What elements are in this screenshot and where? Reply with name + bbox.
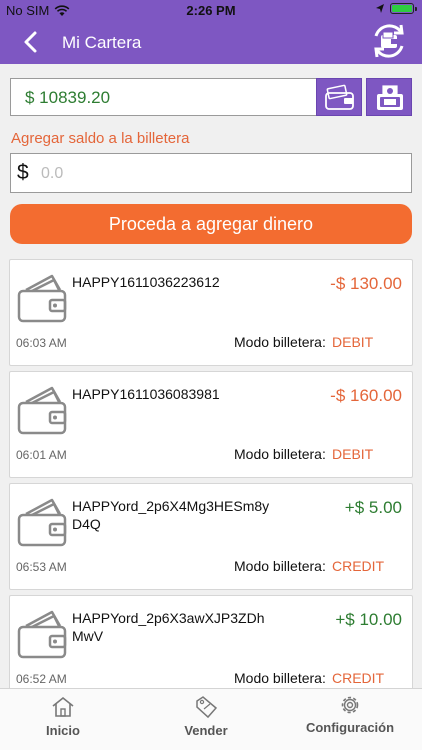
balance-value: $ 10839.20	[25, 88, 111, 107]
add-funds-label: Agregar saldo a la billetera	[11, 130, 190, 147]
sale-tag-icon	[196, 696, 218, 719]
transaction-card[interactable]: HAPPYord_2p6X4Mg3HESm8yD4Q +$ 5.00 06:53…	[9, 483, 413, 590]
chevron-left-icon[interactable]	[16, 27, 46, 57]
transaction-reference: HAPPYord_2p6X3awXJP3ZDhMwV	[72, 610, 265, 644]
wallet-icon	[17, 498, 67, 547]
wallet-mode-label: Modo billetera:	[234, 670, 326, 686]
tab-label: Vender	[184, 723, 228, 738]
gear-icon	[341, 696, 359, 714]
page-title: Mi Cartera	[62, 33, 142, 52]
tab-vender[interactable]: Vender	[165, 689, 247, 750]
wallet-refresh-icon[interactable]	[368, 20, 410, 62]
wallet-mode-value: DEBIT	[332, 446, 374, 462]
wallet-icon	[325, 84, 354, 110]
transaction-time: 06:53 AM	[16, 560, 67, 574]
transaction-card[interactable]: HAPPY1611036223612 -$ 130.00 06:03 AM Mo…	[9, 259, 413, 366]
balance-display: $ 10839.20	[10, 78, 362, 116]
transaction-amount: +$ 5.00	[344, 498, 402, 517]
currency-symbol: $	[17, 161, 29, 184]
transaction-card[interactable]: HAPPY1611036083981 -$ 160.00 06:01 AM Mo…	[9, 371, 413, 478]
battery-icon	[390, 3, 417, 14]
money-wallet-button[interactable]	[366, 78, 412, 116]
wallet-mode-value: CREDIT	[332, 670, 385, 686]
app-bar: Mi Cartera	[0, 20, 422, 64]
transaction-reference: HAPPYord_2p6X4Mg3HESm8yD4Q	[72, 498, 270, 532]
tab-configuracion[interactable]: Configuración	[300, 689, 400, 750]
wallet-mode-label: Modo billetera:	[234, 558, 326, 574]
amount-field[interactable]: $	[10, 153, 412, 193]
status-right	[375, 3, 417, 14]
transaction-amount: -$ 160.00	[330, 386, 402, 405]
wallet-icon	[17, 386, 67, 435]
status-time: 2:26 PM	[186, 3, 236, 18]
home-icon	[52, 696, 74, 717]
transaction-reference: HAPPY1611036223612	[72, 274, 220, 290]
tab-label: Inicio	[46, 723, 80, 738]
transaction-card[interactable]: HAPPYord_2p6X3awXJP3ZDhMwV +$ 10.00 06:5…	[9, 595, 413, 702]
wallet-mode-value: DEBIT	[332, 334, 374, 350]
wallet-icon	[17, 610, 67, 659]
amount-input[interactable]	[41, 160, 401, 188]
transaction-time: 06:52 AM	[16, 672, 67, 686]
money-wallet-icon	[377, 84, 403, 110]
proceed-add-money-button[interactable]: Proceda a agregar dinero	[10, 204, 412, 244]
transaction-time: 06:03 AM	[16, 336, 67, 350]
wallet-mode-label: Modo billetera:	[234, 446, 326, 462]
tab-label: Configuración	[305, 720, 395, 735]
transaction-time: 06:01 AM	[16, 448, 67, 462]
wallet-button[interactable]	[316, 78, 362, 116]
status-bar: No SIM 2:26 PM	[0, 0, 422, 20]
wallet-mode-value: CREDIT	[332, 558, 385, 574]
wallet-mode-label: Modo billetera:	[234, 334, 326, 350]
location-icon	[376, 4, 384, 13]
transaction-amount: -$ 130.00	[330, 274, 402, 293]
transaction-reference: HAPPY1611036083981	[72, 386, 220, 402]
bottom-tab-bar: Inicio Vender Configuración	[0, 688, 422, 750]
tab-inicio[interactable]: Inicio	[22, 689, 104, 750]
transaction-amount: +$ 10.00	[335, 610, 402, 629]
wallet-icon	[17, 274, 67, 323]
